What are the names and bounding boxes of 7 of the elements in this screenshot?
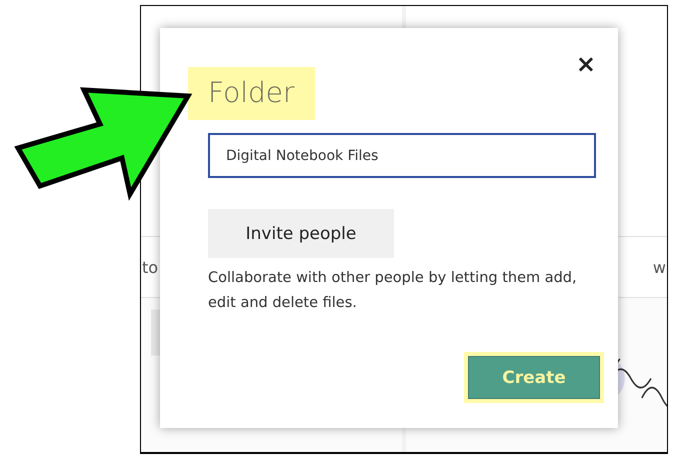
description-text: Collaborate with other people by letting them add, edit and delete files. [208,269,578,313]
close-button[interactable]: × [574,52,598,76]
dialog-title: Folder [188,67,315,120]
folder-name-field[interactable]: Digital Notebook Files [208,133,596,178]
thumbnail-title: to [142,258,158,276]
invite-people-button[interactable]: Invite people [208,209,394,258]
thumbnail-title: w [652,258,666,276]
